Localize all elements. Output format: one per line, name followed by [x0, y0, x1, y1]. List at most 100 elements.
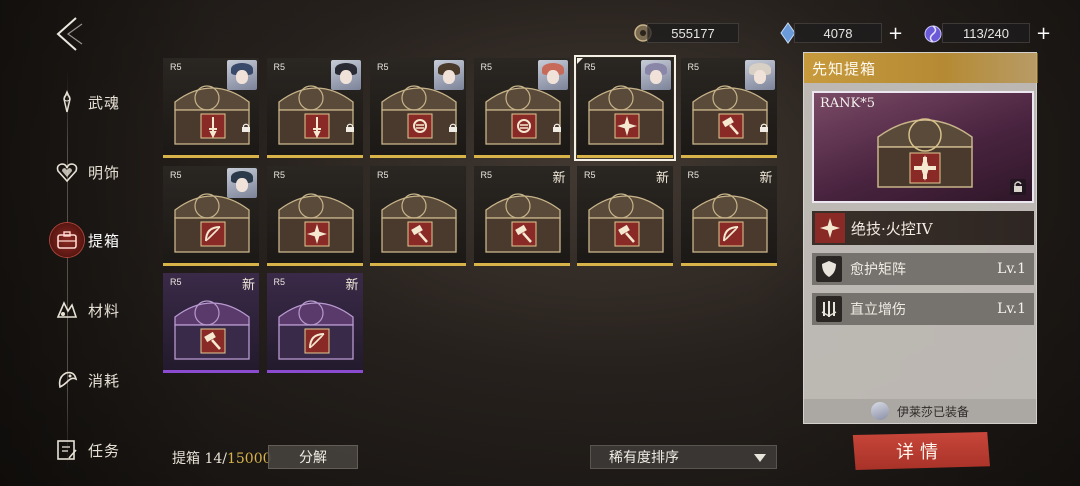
avatar: [641, 60, 671, 90]
case-icon: [50, 223, 84, 257]
case-card[interactable]: R5: [163, 165, 259, 266]
chevron-down-icon: [754, 454, 766, 462]
lock-icon[interactable]: [1010, 179, 1026, 195]
rank-badge: R5: [584, 169, 596, 180]
lock-icon: [242, 123, 250, 132]
sidebar-item-label: 明饰: [88, 163, 121, 182]
skill-name: 直立增伤: [850, 302, 906, 318]
rank-badge: R5: [273, 169, 286, 180]
detail-button-label: 详情: [896, 442, 944, 463]
material-icon: [50, 293, 84, 327]
rarity-bar: [163, 262, 259, 266]
avatar: [227, 167, 257, 198]
rarity-bar: [473, 155, 570, 158]
skill-row[interactable]: 愈护矩阵 Lv.1: [812, 253, 1034, 285]
sidebar-item-label: 武魂: [88, 93, 121, 112]
rarity-bar: [473, 262, 570, 266]
case-card[interactable]: R5 新: [680, 165, 777, 266]
sort-dropdown[interactable]: 稀有度排序: [590, 445, 777, 469]
case-card[interactable]: R5: [266, 165, 363, 266]
chest-icon: [588, 192, 664, 253]
decompose-button[interactable]: 分解: [268, 445, 358, 469]
rarity-bar: [266, 370, 363, 373]
equipped-text: 伊莱莎已装备: [896, 404, 969, 419]
back-button[interactable]: [52, 14, 84, 54]
skill-name: 愈护矩阵: [850, 262, 906, 278]
case-preview: RANK*5: [812, 91, 1034, 203]
rank-badge: R5: [687, 169, 700, 180]
new-badge: 新: [759, 170, 773, 186]
case-card[interactable]: R5 新: [163, 273, 259, 373]
stamina-add-button[interactable]: +: [1036, 23, 1051, 44]
crystal-resource: 4078 +: [778, 22, 903, 44]
case-card[interactable]: R5: [266, 58, 363, 158]
lock-icon: [449, 123, 457, 132]
rank-badge: R5: [480, 62, 493, 72]
rank-badge: R5: [480, 169, 493, 180]
panel-title: 先知提箱: [804, 53, 1038, 83]
rank-badge: R5: [273, 62, 286, 72]
case-card[interactable]: R5: [370, 165, 466, 266]
sidebar-divider: [67, 70, 68, 470]
energy-icon: [924, 25, 942, 43]
rank-badge: R5: [273, 277, 286, 287]
skill-row[interactable]: 直立增伤 Lv.1: [812, 293, 1034, 325]
sidebar-item-task[interactable]: 任务: [50, 430, 150, 470]
rank-badge: R5: [170, 277, 182, 287]
main-skill-row[interactable]: 绝技·火控IV: [812, 211, 1034, 245]
lock-icon: [345, 123, 354, 132]
case-card[interactable]: R5: [473, 58, 570, 158]
avatar: [537, 60, 568, 90]
rank-badge: R5: [170, 169, 182, 180]
lock-icon: [759, 123, 768, 132]
lock-icon: [552, 123, 561, 132]
rarity-bar: [577, 262, 673, 266]
case-card[interactable]: R5: [680, 58, 777, 158]
skill-level: Lv.1: [997, 301, 1026, 317]
chest-icon: [277, 192, 354, 253]
rarity-bar: [266, 155, 363, 158]
shield-icon: [816, 256, 842, 282]
rarity-bar: [163, 155, 259, 158]
avatar: [330, 60, 361, 90]
chest-icon: [381, 192, 457, 253]
chest-icon: [484, 192, 561, 253]
rarity-bar: [370, 155, 466, 158]
sidebar-item-ornament[interactable]: 明饰: [50, 152, 150, 192]
case-count-max: 15000: [226, 451, 272, 467]
consumable-icon: [50, 363, 84, 397]
case-card[interactable]: R5 新: [577, 165, 673, 266]
chest-icon: [277, 300, 354, 360]
crystal-value: 4078: [794, 23, 882, 43]
sidebar-item-consumable[interactable]: 消耗: [50, 360, 150, 400]
rarity-bar: [680, 155, 777, 158]
cross-emblem-icon: [815, 213, 845, 243]
stamina-value: 113/240: [942, 23, 1030, 43]
detail-panel: 先知提箱 RANK*5 绝技·火控IV 愈护矩阵 Lv.1 直立增伤 Lv.1 …: [803, 52, 1038, 424]
sidebar-item-spirit[interactable]: 武魂: [50, 82, 150, 122]
rarity-bar: [577, 155, 673, 158]
gold-resource: 555177: [633, 22, 739, 44]
case-card[interactable]: R5 新: [473, 165, 570, 266]
stamina-resource: 113/240 +: [922, 22, 1051, 44]
sidebar-item-label: 提箱: [88, 231, 121, 250]
sidebar: 武魂 明饰 提箱 材料 消耗 任务: [40, 70, 150, 480]
detail-button[interactable]: 详情: [852, 432, 990, 470]
sidebar-item-case[interactable]: 提箱: [50, 220, 150, 260]
new-badge: 新: [241, 278, 255, 293]
sidebar-item-material[interactable]: 材料: [50, 290, 150, 330]
task-icon: [50, 433, 84, 467]
sort-label: 稀有度排序: [609, 450, 679, 466]
crystal-add-button[interactable]: +: [888, 23, 903, 44]
new-badge: 新: [345, 278, 359, 293]
rank-label: RANK*5: [820, 96, 876, 111]
case-count: 提箱 14/15000: [172, 448, 272, 468]
avatar: [227, 60, 257, 90]
sidebar-item-label: 消耗: [88, 371, 121, 390]
avatar: [434, 60, 464, 90]
case-card[interactable]: R5: [574, 55, 676, 161]
rarity-bar: [266, 262, 363, 266]
case-card[interactable]: R5 新: [266, 273, 363, 373]
case-card[interactable]: R5: [163, 58, 259, 158]
case-card[interactable]: R5: [370, 58, 466, 158]
